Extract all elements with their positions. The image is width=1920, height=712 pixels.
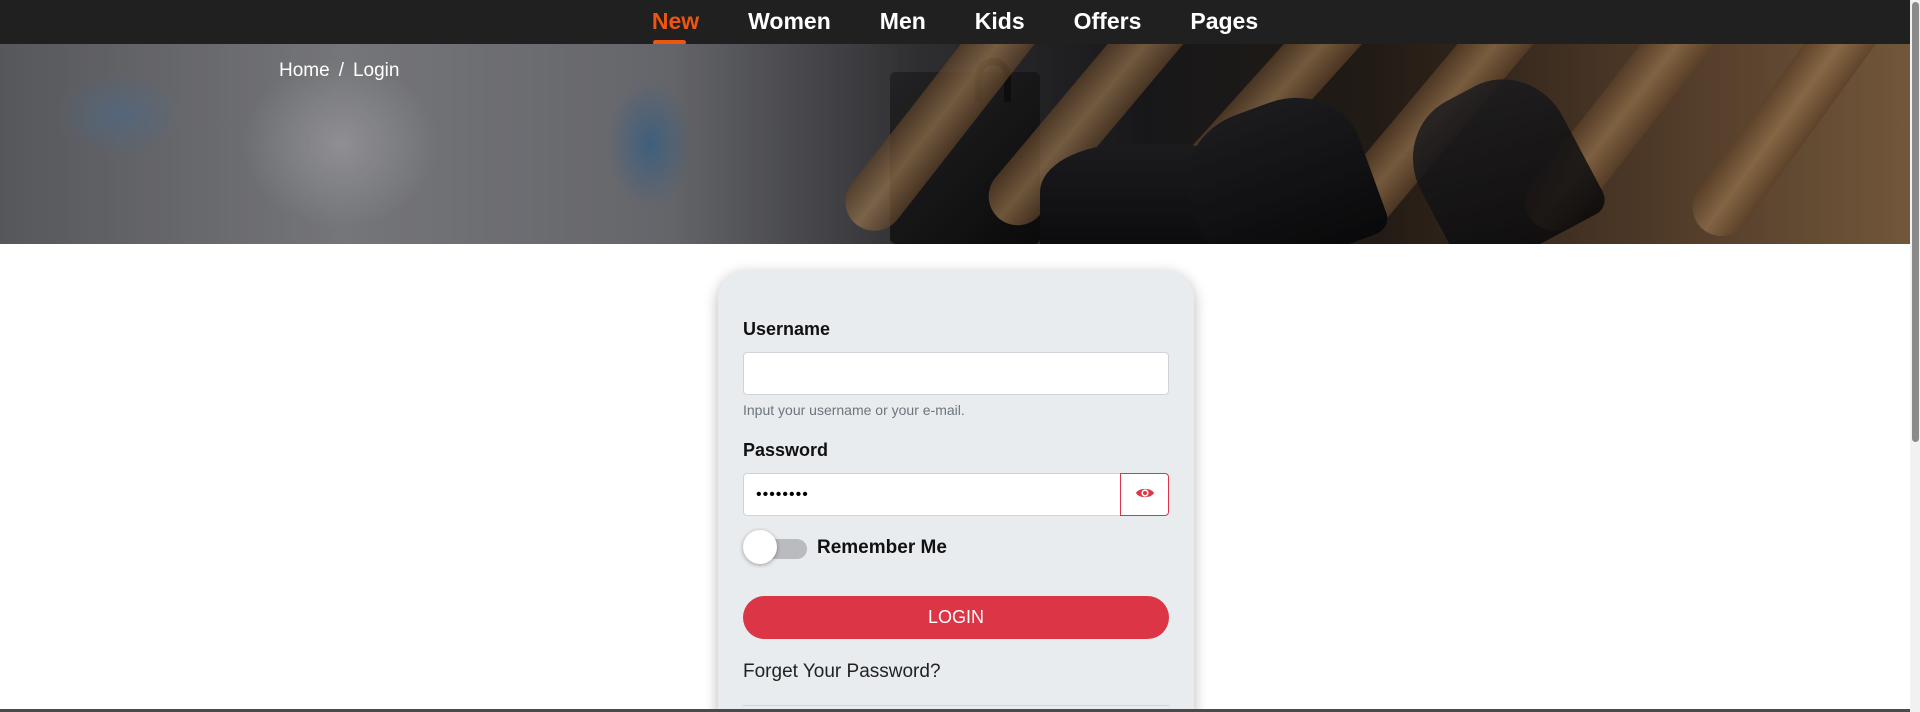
top-navigation: New Women Men Kids Offers Pages — [0, 0, 1910, 45]
page: New Women Men Kids Offers Pages Home / L… — [0, 0, 1920, 712]
breadcrumb-separator: / — [338, 60, 344, 81]
show-password-button[interactable] — [1120, 473, 1169, 516]
username-label: Username — [743, 319, 831, 339]
nav-item-label: Women — [748, 7, 831, 34]
divider — [743, 705, 1169, 706]
nav-item-label: New — [651, 7, 700, 34]
nav-item-pages[interactable]: Pages — [1190, 8, 1258, 37]
remember-me-row: Remember Me — [743, 530, 1169, 566]
nav-item-offers[interactable]: Offers — [1074, 8, 1142, 37]
nav-item-kids[interactable]: Kids — [975, 8, 1025, 37]
eye-icon — [1135, 486, 1155, 503]
password-label: Password — [743, 440, 829, 460]
forgot-password-link[interactable]: Forget Your Password? — [743, 661, 1169, 683]
hero-banner: Home / Login — [0, 44, 1910, 244]
scrollbar[interactable] — [1910, 0, 1920, 712]
username-input[interactable] — [743, 352, 1169, 395]
remember-me-label: Remember Me — [817, 537, 947, 558]
nav-item-label: Offers — [1073, 7, 1142, 34]
toggle-knob — [743, 530, 777, 564]
remember-me-toggle[interactable] — [743, 530, 807, 566]
nav-item-label: Pages — [1190, 7, 1259, 34]
nav-item-label: Men — [879, 7, 926, 34]
breadcrumb: Home / Login — [279, 60, 399, 82]
login-button[interactable]: LOGIN — [743, 596, 1169, 639]
nav-item-label: Kids — [974, 7, 1025, 34]
password-input-group — [743, 473, 1169, 516]
breadcrumb-home-link[interactable]: Home — [279, 60, 330, 82]
username-help-text: Input your username or your e-mail. — [743, 402, 965, 418]
nav-item-new[interactable]: New — [651, 7, 700, 45]
password-input[interactable] — [743, 473, 1120, 516]
login-card: Username Input your username or your e-m… — [718, 271, 1194, 712]
scrollbar-thumb[interactable] — [1912, 2, 1919, 442]
nav-item-men[interactable]: Men — [880, 8, 926, 37]
breadcrumb-current: Login — [352, 60, 400, 81]
nav-item-women[interactable]: Women — [748, 8, 831, 37]
